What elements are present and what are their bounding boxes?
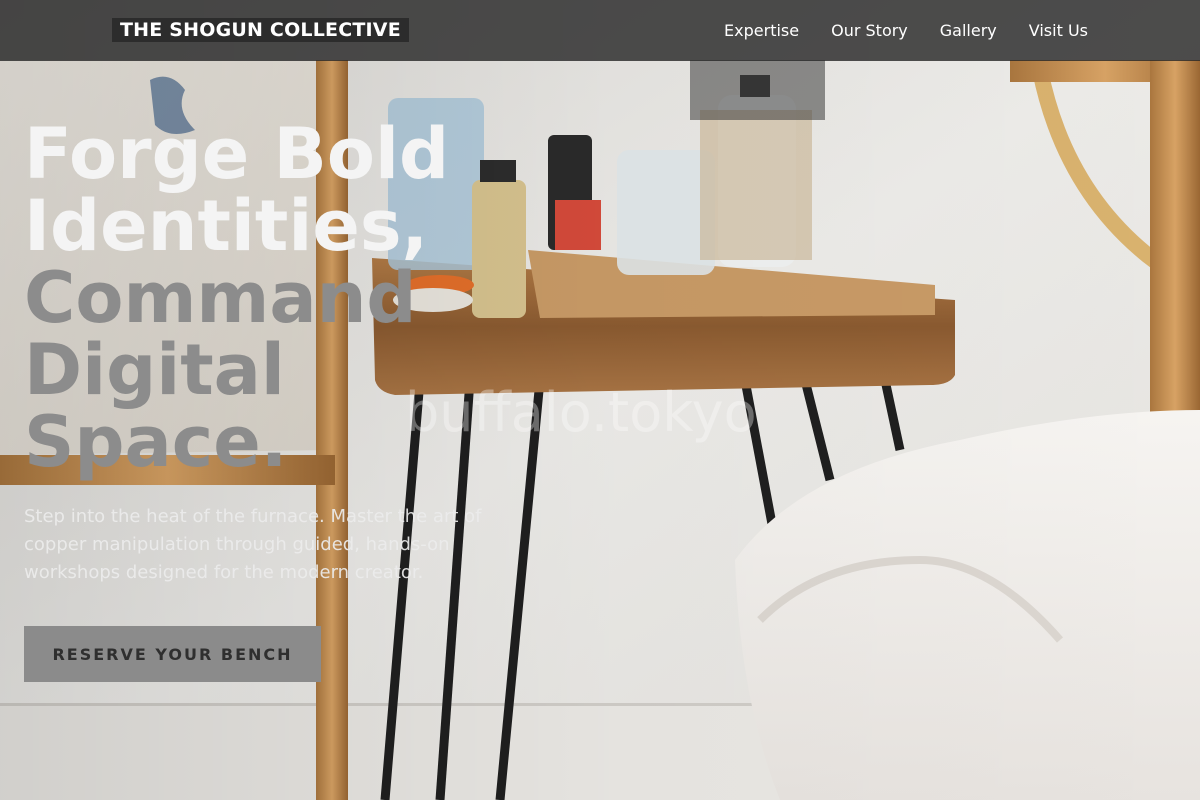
- brand-logo[interactable]: THE SHOGUN COLLECTIVE: [112, 18, 409, 42]
- headline-line: Command: [24, 257, 417, 339]
- nav-link-our-story[interactable]: Our Story: [831, 21, 908, 40]
- reserve-bench-button[interactable]: RESERVE YOUR BENCH: [24, 626, 321, 682]
- nav-link-gallery[interactable]: Gallery: [940, 21, 997, 40]
- headline-line: Identities,: [24, 185, 429, 267]
- hero-subtext: Step into the heat of the furnace. Maste…: [24, 506, 482, 583]
- headline-line: Digital: [24, 329, 285, 411]
- top-navbar: THE SHOGUN COLLECTIVE Expertise Our Stor…: [0, 0, 1200, 61]
- hero-headline: Forge Bold Identities, Command Digital S…: [24, 118, 584, 478]
- nav-link-visit-us[interactable]: Visit Us: [1029, 21, 1088, 40]
- headline-line: Forge Bold: [24, 113, 450, 195]
- headline-line: Space.: [24, 401, 288, 483]
- nav-link-expertise[interactable]: Expertise: [724, 21, 799, 40]
- main-nav: Expertise Our Story Gallery Visit Us: [724, 0, 1088, 61]
- hero-section: THE SHOGUN COLLECTIVE Expertise Our Stor…: [0, 0, 1200, 800]
